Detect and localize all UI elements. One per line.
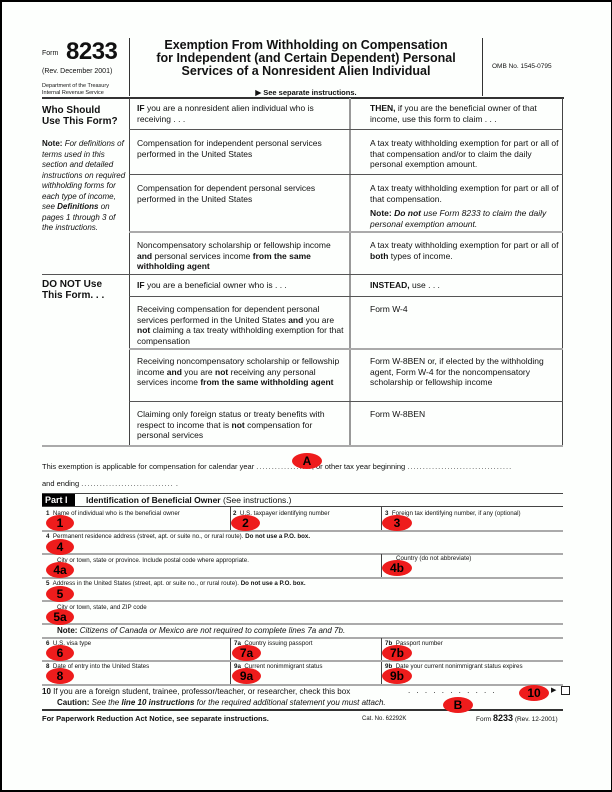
dnu-use-3: Form W-8BEN	[370, 409, 426, 419]
who-should-heading: Who Should Use This Form?	[42, 105, 118, 127]
claim-row-2: A tax treaty withholding exemption for p…	[370, 183, 559, 229]
marker-9b[interactable]: 9b	[382, 668, 412, 684]
marker-5[interactable]: 5	[46, 586, 74, 602]
marker-6[interactable]: 6	[46, 645, 74, 661]
marker-7a[interactable]: 7a	[232, 645, 261, 661]
exemption-line-2: and ending .............................…	[42, 479, 178, 488]
department: Department of the Treasury Internal Reve…	[42, 83, 109, 96]
who-should-note: Note: For definitions of terms used in t…	[42, 139, 126, 232]
marker-3[interactable]: 3	[382, 515, 412, 531]
then-header: THEN, if you are the beneficial owner of…	[370, 103, 537, 124]
form-number: 8233	[66, 38, 118, 65]
if-header: IF you are a nonresident alien individua…	[137, 103, 314, 124]
form-label: Form	[42, 50, 59, 57]
marker-9a[interactable]: 9a	[232, 668, 261, 684]
marker-5a[interactable]: 5a	[46, 609, 74, 625]
income-row-2: Compensation for dependent personal serv…	[137, 183, 316, 204]
claim-row-3: A tax treaty withholding exemption for p…	[370, 240, 559, 261]
marker-8[interactable]: 8	[46, 668, 74, 684]
marker-4[interactable]: 4	[46, 539, 74, 555]
field-4a-label: City or town, state or province. Include…	[57, 557, 249, 564]
divider	[349, 98, 351, 446]
instead-header: INSTEAD, use . . .	[370, 280, 440, 290]
tax-year-beginning-field[interactable]: ..................................	[407, 462, 512, 471]
dnu-row-2: Receiving noncompensatory scholarship or…	[137, 356, 340, 387]
marker-b[interactable]: B	[443, 697, 473, 713]
form-title: Exemption From Withholding on Compensati…	[156, 38, 456, 78]
marker-2[interactable]: 2	[231, 515, 260, 531]
divider	[129, 98, 130, 446]
marker-1[interactable]: 1	[46, 515, 74, 531]
exemption-line-1: This exemption is applicable for compens…	[42, 462, 513, 471]
income-row-3: Noncompensatory scholarship or fellowshi…	[137, 240, 331, 271]
field-5-label: 5 Address in the United States (street, …	[46, 580, 306, 587]
caution-text: Caution: See the line 10 instructions fo…	[57, 698, 386, 707]
canada-mexico-note: Note: Citizens of Canada or Mexico are n…	[57, 626, 346, 635]
field-4-label: 4 Permanent residence address (street, a…	[46, 533, 311, 540]
marker-10[interactable]: 10	[519, 685, 549, 701]
marker-7b[interactable]: 7b	[382, 645, 412, 661]
see-instructions: ▶ See separate instructions.	[255, 88, 357, 97]
marker-a[interactable]: A	[292, 453, 322, 469]
claim-row-1: A tax treaty withholding exemption for p…	[370, 138, 559, 169]
divider	[562, 98, 563, 446]
part-label: Part I	[42, 494, 75, 506]
field-10-checkbox[interactable]	[561, 686, 570, 695]
field-4b-label: Country (do not abbreviate)	[396, 555, 472, 562]
part-title: Identification of Beneficial Owner (See …	[86, 495, 292, 505]
dnu-row-3: Claiming only foreign status or treaty b…	[137, 409, 325, 440]
arrow-icon: ▶	[551, 687, 557, 694]
marker-4a[interactable]: 4a	[46, 562, 74, 578]
form-page: Form 8233 (Rev. December 2001) Departmen…	[0, 0, 612, 792]
dnu-use-2: Form W-8BEN or, if elected by the withho…	[370, 356, 544, 387]
divider	[129, 38, 130, 96]
footer-form-id: Form 8233 (Rev. 12-2001)	[476, 713, 558, 723]
field-10-dots: . . . . . . . . . . .	[408, 686, 497, 695]
marker-4b[interactable]: 4b	[382, 560, 412, 576]
income-row-1: Compensation for independent personal se…	[137, 138, 322, 159]
dnu-row-1: Receiving compensation for dependent per…	[137, 304, 344, 346]
divider	[42, 97, 564, 99]
do-not-use-heading: DO NOT Use This Form. . .	[42, 279, 105, 301]
dnu-use-1: Form W-4	[370, 304, 408, 314]
field-10-label: 10 If you are a foreign student, trainee…	[42, 687, 351, 696]
paperwork-notice: For Paperwork Reduction Act Notice, see …	[42, 714, 269, 723]
tax-year-ending-field[interactable]: ..............................	[81, 479, 174, 488]
divider	[482, 38, 483, 96]
revision-date: (Rev. December 2001)	[42, 68, 113, 75]
catalog-number: Cat. No. 62292K	[362, 716, 407, 722]
omb-number: OMB No. 1545-0795	[492, 63, 552, 70]
field-5a-label: City or town, state, and ZIP code	[57, 604, 147, 611]
dnu-if-header: IF you are a beneficial owner who is . .…	[137, 280, 287, 290]
